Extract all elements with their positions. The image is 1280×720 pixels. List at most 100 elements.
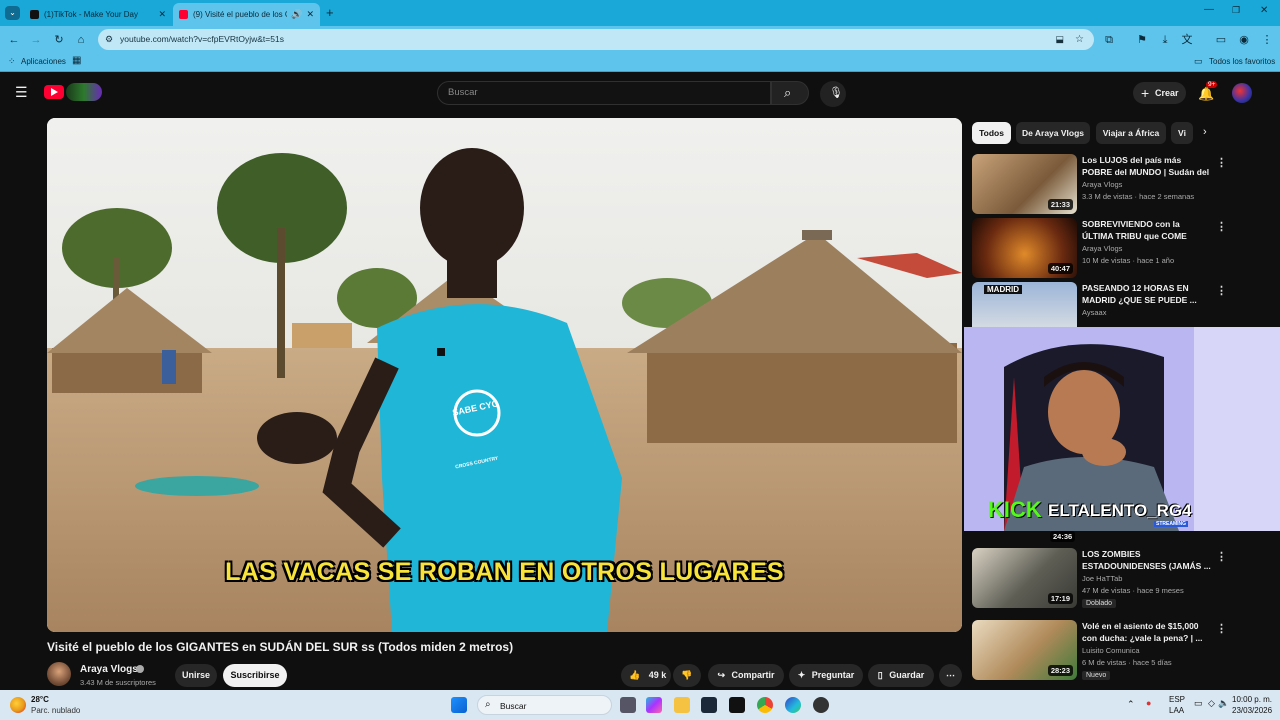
bookmark-apps[interactable]: Aplicaciones xyxy=(21,57,66,66)
channel-name[interactable]: Araya Vlogs xyxy=(1082,244,1122,253)
channel-avatar[interactable] xyxy=(47,662,71,686)
address-bar[interactable]: ⚙ youtube.com/watch?v=cfpEVRtOyjw&t=51s … xyxy=(98,29,1094,50)
save-button[interactable]: ▯ Guardar xyxy=(868,664,934,687)
chip-partial[interactable]: Vi xyxy=(1171,122,1193,144)
list-item[interactable]: 40:47 SOBREVIVIENDO con la ÚLTIMA TRIBU … xyxy=(972,218,1232,278)
like-button[interactable]: 👍 49 k xyxy=(621,664,671,687)
doodle-logo[interactable] xyxy=(66,83,102,101)
menu-dots-icon[interactable]: ⋮ xyxy=(1260,33,1274,47)
grid-icon[interactable]: ▦ xyxy=(72,55,81,66)
chip-araya[interactable]: De Araya Vlogs xyxy=(1016,122,1090,144)
ask-button[interactable]: ✦ Preguntar xyxy=(789,664,863,687)
download-icon[interactable]: ⤓ xyxy=(1158,33,1172,47)
maximize-button[interactable]: ❐ xyxy=(1232,5,1240,16)
channel-name[interactable]: Luisito Comunica xyxy=(1082,646,1140,655)
obs-icon[interactable] xyxy=(813,697,829,713)
copilot-icon[interactable] xyxy=(646,697,662,713)
list-item[interactable]: 28:23 Volé en el asiento de $15,000 con … xyxy=(972,620,1232,680)
folder-icon: ▭ xyxy=(1194,56,1203,66)
minimize-button[interactable]: — xyxy=(1204,4,1214,15)
network-icon[interactable]: ◇ xyxy=(1208,698,1215,709)
video-title[interactable]: Volé en el asiento de $15,000 con ducha:… xyxy=(1082,620,1212,644)
steam-icon[interactable] xyxy=(701,697,717,713)
extensions-icon[interactable]: ⧉ xyxy=(1102,33,1116,47)
forward-icon[interactable]: → xyxy=(29,33,43,47)
video-thumbnail[interactable]: 40:47 xyxy=(972,218,1077,278)
channel-name[interactable]: Araya Vlogs xyxy=(80,664,138,675)
voice-search-button[interactable]: 🎙 xyxy=(820,81,846,107)
subscribe-button[interactable]: Suscribirse xyxy=(223,664,287,687)
tray-chevron-icon[interactable]: ⌃ xyxy=(1127,699,1135,710)
monitor-icon[interactable]: ▭ xyxy=(1194,698,1203,709)
clock-time[interactable]: 10:00 p. m. xyxy=(1232,695,1272,704)
list-item[interactable]: 17:19 LOS ZOMBIES ESTADOUNIDENSES (JAMÁS… xyxy=(972,548,1232,608)
chrome-icon[interactable] xyxy=(757,697,773,713)
close-window-button[interactable]: ✕ xyxy=(1260,5,1268,16)
dislike-button[interactable]: 👎 xyxy=(673,664,701,687)
sparkle-icon: ✦ xyxy=(797,670,806,680)
keyboard-language[interactable]: ESP xyxy=(1169,695,1185,704)
edge-icon[interactable] xyxy=(785,697,801,713)
video-title[interactable]: SOBREVIVIENDO con la ÚLTIMA TRIBU que CO… xyxy=(1082,218,1212,242)
taskbar-search[interactable]: ⌕ Buscar xyxy=(477,695,612,715)
more-vert-icon[interactable]: ⋮ xyxy=(1216,550,1227,563)
avatar[interactable] xyxy=(1232,83,1252,103)
profile-icon[interactable]: ◉ xyxy=(1237,33,1251,47)
tab-search-button[interactable]: ⌄ xyxy=(5,6,20,20)
home-icon[interactable]: ⌂ xyxy=(74,33,88,47)
all-bookmarks[interactable]: Todos los favoritos xyxy=(1209,57,1275,66)
video-thumbnail[interactable]: MADRID xyxy=(972,282,1077,327)
video-thumbnail[interactable]: 21:33 xyxy=(972,154,1077,214)
share-label: Compartir xyxy=(731,670,775,680)
chip-all[interactable]: Todos xyxy=(972,122,1011,144)
video-title[interactable]: PASEANDO 12 HORAS EN MADRID ¿QUE SE PUED… xyxy=(1082,282,1212,306)
chip-africa[interactable]: Viajar a África xyxy=(1096,122,1166,144)
more-vert-icon[interactable]: ⋮ xyxy=(1216,220,1227,233)
more-actions-button[interactable]: ⋯ xyxy=(939,664,962,687)
file-explorer-icon[interactable] xyxy=(674,697,690,713)
tab-tiktok[interactable]: (1)TikTok - Make Your Day ✕ xyxy=(24,3,172,26)
install-icon[interactable]: ⬓ xyxy=(1055,29,1064,50)
video-thumbnail[interactable]: 28:23 xyxy=(972,620,1077,680)
tab-youtube[interactable]: (9) Visité el pueblo de los GIGANTES 🔊 ✕ xyxy=(173,3,320,26)
chevron-right-icon[interactable]: › xyxy=(1203,126,1207,138)
task-view-icon[interactable] xyxy=(620,697,636,713)
video-title[interactable]: Los LUJOS del país más POBRE del MUNDO |… xyxy=(1082,154,1212,178)
search-input[interactable]: Buscar xyxy=(437,81,771,105)
weather-temp[interactable]: 28°C xyxy=(31,695,49,704)
volume-icon[interactable]: 🔈 xyxy=(1218,698,1229,709)
video-player[interactable]: SABE CYO CROSS COUNTRY LAS VACAS SE ROBA… xyxy=(47,118,962,632)
channel-name[interactable]: Joe HaTTab xyxy=(1082,574,1122,583)
more-vert-icon[interactable]: ⋮ xyxy=(1216,156,1227,169)
youtube-logo[interactable] xyxy=(44,85,64,99)
join-button[interactable]: Unirse xyxy=(175,664,217,687)
back-icon[interactable]: ← xyxy=(7,33,21,47)
search-button[interactable]: ⌕ xyxy=(771,81,809,105)
channel-name[interactable]: Araya Vlogs xyxy=(1082,180,1122,189)
tray-app-icon[interactable]: ● xyxy=(1146,698,1151,708)
share-button[interactable]: ↪ Compartir xyxy=(708,664,784,687)
notifications-button[interactable]: 🔔 9+ xyxy=(1198,81,1218,101)
more-vert-icon[interactable]: ⋮ xyxy=(1216,284,1227,297)
create-button[interactable]: + Crear xyxy=(1133,82,1186,104)
close-icon[interactable]: ✕ xyxy=(158,9,166,20)
extension-icon[interactable]: ⚑ xyxy=(1135,33,1149,47)
speaker-icon[interactable]: 🔊 xyxy=(291,9,302,20)
translate-icon[interactable]: 文 xyxy=(1180,33,1194,47)
video-thumbnail[interactable]: 17:19 xyxy=(972,548,1077,608)
channel-name[interactable]: Aysaax xyxy=(1082,308,1106,317)
weather-icon[interactable] xyxy=(10,697,26,713)
hamburger-menu-icon[interactable]: ☰ xyxy=(15,84,28,101)
cast-icon[interactable]: ▭ xyxy=(1214,33,1228,47)
tiktok-app-icon[interactable] xyxy=(729,697,745,713)
video-title[interactable]: LOS ZOMBIES ESTADOUNIDENSES (JAMÁS ... xyxy=(1082,548,1212,572)
windows-start-icon[interactable] xyxy=(451,697,467,713)
more-vert-icon[interactable]: ⋮ xyxy=(1216,622,1227,635)
new-tab-button[interactable]: + xyxy=(326,5,334,20)
site-info-icon[interactable]: ⚙ xyxy=(105,29,113,50)
reload-icon[interactable]: ↻ xyxy=(52,33,66,47)
bookmark-star-icon[interactable]: ☆ xyxy=(1075,29,1084,50)
list-item[interactable]: 21:33 Los LUJOS del país más POBRE del M… xyxy=(972,154,1232,214)
close-icon[interactable]: ✕ xyxy=(306,9,314,20)
list-item[interactable]: MADRID PASEANDO 12 HORAS EN MADRID ¿QUE … xyxy=(972,282,1232,327)
